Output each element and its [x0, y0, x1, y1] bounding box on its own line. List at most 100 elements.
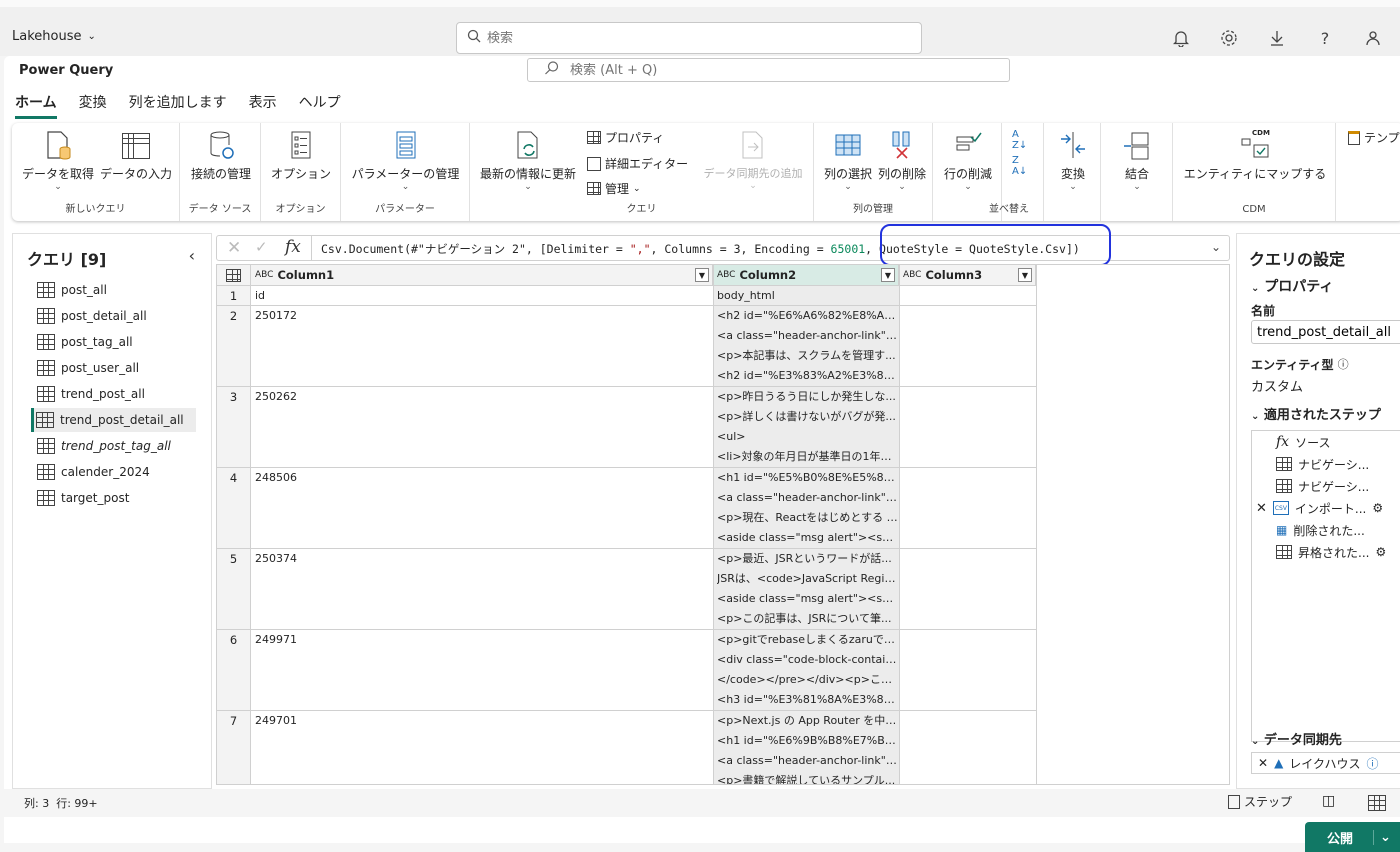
manage-button[interactable]: 管理 ⌄: [587, 180, 641, 197]
table-cell[interactable]: [899, 630, 1036, 711]
row-number[interactable]: 4: [217, 468, 251, 549]
info-icon[interactable]: ⓘ: [1366, 755, 1378, 772]
download-icon[interactable]: [1264, 27, 1290, 49]
combine-button[interactable]: 結合 ⌄: [1109, 129, 1165, 192]
get-data-button[interactable]: データを取得 ⌄: [20, 129, 96, 192]
manage-connections-button[interactable]: 接続の管理: [186, 129, 256, 182]
select-all-corner[interactable]: [217, 265, 251, 286]
add-sync-destination-button[interactable]: データ同期先の追加 ⌄: [696, 129, 810, 191]
row-number[interactable]: 5: [217, 549, 251, 630]
properties-button[interactable]: プロパティ: [587, 129, 664, 146]
table-cell[interactable]: [899, 286, 1036, 306]
query-item[interactable]: target_post: [35, 486, 195, 510]
query-item[interactable]: post_user_all: [35, 356, 195, 380]
tab-help[interactable]: ヘルプ: [299, 92, 341, 119]
table-cell[interactable]: <p>gitでrebaseしまくるzaruです... <div class="co…: [713, 630, 899, 711]
row-number[interactable]: 3: [217, 387, 251, 468]
table-cell[interactable]: <p>Next.js の App Router を中心... <h1 id="%E…: [713, 711, 899, 784]
query-item[interactable]: trend_post_all: [35, 382, 195, 406]
sort-ascending-icon[interactable]: A Z↓: [1012, 129, 1027, 151]
pq-search[interactable]: [527, 58, 1010, 82]
workspace-selector[interactable]: Lakehouse ⌄: [12, 29, 96, 44]
row-number[interactable]: 6: [217, 630, 251, 711]
query-item-selected[interactable]: trend_post_detail_all: [31, 408, 196, 432]
row-number[interactable]: 2: [217, 306, 251, 387]
text-type-icon[interactable]: ABC: [717, 270, 735, 280]
share-icon[interactable]: [1360, 27, 1386, 49]
steps-toggle[interactable]: ステップ: [1228, 793, 1292, 810]
advanced-editor-button[interactable]: 詳細エディター: [587, 155, 688, 172]
transform-button[interactable]: 変換 ⌄: [1048, 129, 1098, 192]
table-cell[interactable]: <h2 id="%E6%A6%82%E8%A6... <a class="head…: [713, 306, 899, 387]
query-item[interactable]: post_tag_all: [35, 330, 195, 354]
query-item[interactable]: trend_post_tag_all: [35, 434, 195, 458]
map-to-entity-button[interactable]: CDM エンティティにマップする: [1179, 129, 1331, 182]
row-number[interactable]: 7: [217, 711, 251, 784]
fx-icon[interactable]: fx: [285, 237, 301, 257]
step-item[interactable]: ナビゲーシ...: [1276, 475, 1400, 497]
tab-transform[interactable]: 変換: [79, 92, 107, 119]
step-item-current[interactable]: ✕ CSV インポート... ⚙: [1256, 497, 1400, 519]
text-type-icon[interactable]: ABC: [903, 270, 921, 280]
table-cell[interactable]: [899, 306, 1036, 387]
options-button[interactable]: オプション: [267, 129, 335, 182]
collapse-icon[interactable]: ‹: [189, 246, 195, 265]
table-cell[interactable]: 250262: [251, 387, 713, 468]
expand-formula-icon[interactable]: ⌄: [1211, 240, 1221, 254]
info-icon[interactable]: ⓘ: [1338, 356, 1349, 373]
filter-dropdown-icon[interactable]: ▼: [1018, 268, 1032, 282]
query-item[interactable]: post_all: [35, 278, 195, 302]
query-item[interactable]: post_detail_all: [35, 304, 195, 328]
bell-icon[interactable]: [1168, 27, 1194, 49]
column-header-column1[interactable]: ABC Column1 ▼: [251, 265, 713, 286]
manage-parameters-button[interactable]: パラメーターの管理 ⌄: [345, 129, 466, 192]
sync-destination-section[interactable]: ⌄ データ同期先: [1251, 729, 1342, 748]
remove-icon[interactable]: ✕: [1258, 756, 1268, 770]
step-item[interactable]: 昇格された... ⚙: [1276, 541, 1400, 563]
gear-icon[interactable]: ⚙: [1375, 545, 1386, 559]
properties-section[interactable]: ⌄ プロパティ: [1251, 276, 1333, 296]
step-item[interactable]: ナビゲーシ...: [1276, 453, 1400, 475]
refresh-button[interactable]: 最新の情報に更新 ⌄: [476, 129, 580, 192]
table-cell[interactable]: 248506: [251, 468, 713, 549]
table-cell[interactable]: <p>昨日うるう日にしか発生しな... <p>詳しくは書けないがバグが発... <u…: [713, 387, 899, 468]
applied-steps-section[interactable]: ⌄ 適用されたステップ: [1251, 404, 1381, 423]
choose-columns-button[interactable]: 列の選択 ⌄: [820, 129, 876, 192]
table-cell[interactable]: 249701: [251, 711, 713, 784]
column-header-column3[interactable]: ABC Column3 ▼: [899, 265, 1036, 286]
table-cell[interactable]: 250374: [251, 549, 713, 630]
column-header-column2[interactable]: ABC Column2 ▼: [713, 265, 899, 286]
diagram-view-icon[interactable]: ◫: [1322, 793, 1335, 809]
tab-home[interactable]: ホーム: [15, 92, 57, 119]
check-icon[interactable]: ✓: [255, 238, 268, 256]
global-search[interactable]: [456, 22, 922, 54]
enter-data-button[interactable]: データの入力: [98, 129, 174, 182]
table-cell[interactable]: id: [251, 286, 713, 306]
table-cell[interactable]: [899, 387, 1036, 468]
tab-add-column[interactable]: 列を追加します: [129, 92, 227, 119]
query-item[interactable]: calender_2024: [35, 460, 195, 484]
table-cell[interactable]: [899, 468, 1036, 549]
cancel-icon[interactable]: ✕: [227, 238, 241, 258]
filter-dropdown-icon[interactable]: ▼: [695, 268, 709, 282]
publish-button[interactable]: 公開 ⌄: [1305, 822, 1400, 852]
delete-step-icon[interactable]: ✕: [1256, 501, 1267, 516]
pq-search-input[interactable]: [570, 62, 950, 78]
table-cell[interactable]: <p>最近、JSRというワードが話... JSRは、<code>JavaScrip…: [713, 549, 899, 630]
tab-view[interactable]: 表示: [249, 92, 277, 119]
remove-columns-button[interactable]: 列の削除 ⌄: [874, 129, 930, 192]
template-button[interactable]: テンプ: [1348, 129, 1400, 146]
table-cell[interactable]: [899, 711, 1036, 784]
table-cell[interactable]: <h1 id="%E5%B0%8E%E5%85... <a class="head…: [713, 468, 899, 549]
step-item[interactable]: fx ソース: [1276, 431, 1400, 453]
sort-descending-icon[interactable]: Z A↓: [1012, 155, 1027, 177]
table-view-icon[interactable]: [1368, 795, 1386, 811]
filter-dropdown-icon[interactable]: ▼: [881, 268, 895, 282]
help-icon[interactable]: ?: [1312, 27, 1338, 49]
text-type-icon[interactable]: ABC: [255, 270, 273, 280]
row-number[interactable]: 1: [217, 286, 251, 306]
gear-icon[interactable]: ⚙: [1372, 501, 1383, 515]
reduce-rows-button[interactable]: 行の削減 ⌄: [937, 129, 999, 192]
step-item[interactable]: ▦ 削除された...: [1276, 519, 1400, 541]
gear-icon[interactable]: [1216, 27, 1242, 49]
